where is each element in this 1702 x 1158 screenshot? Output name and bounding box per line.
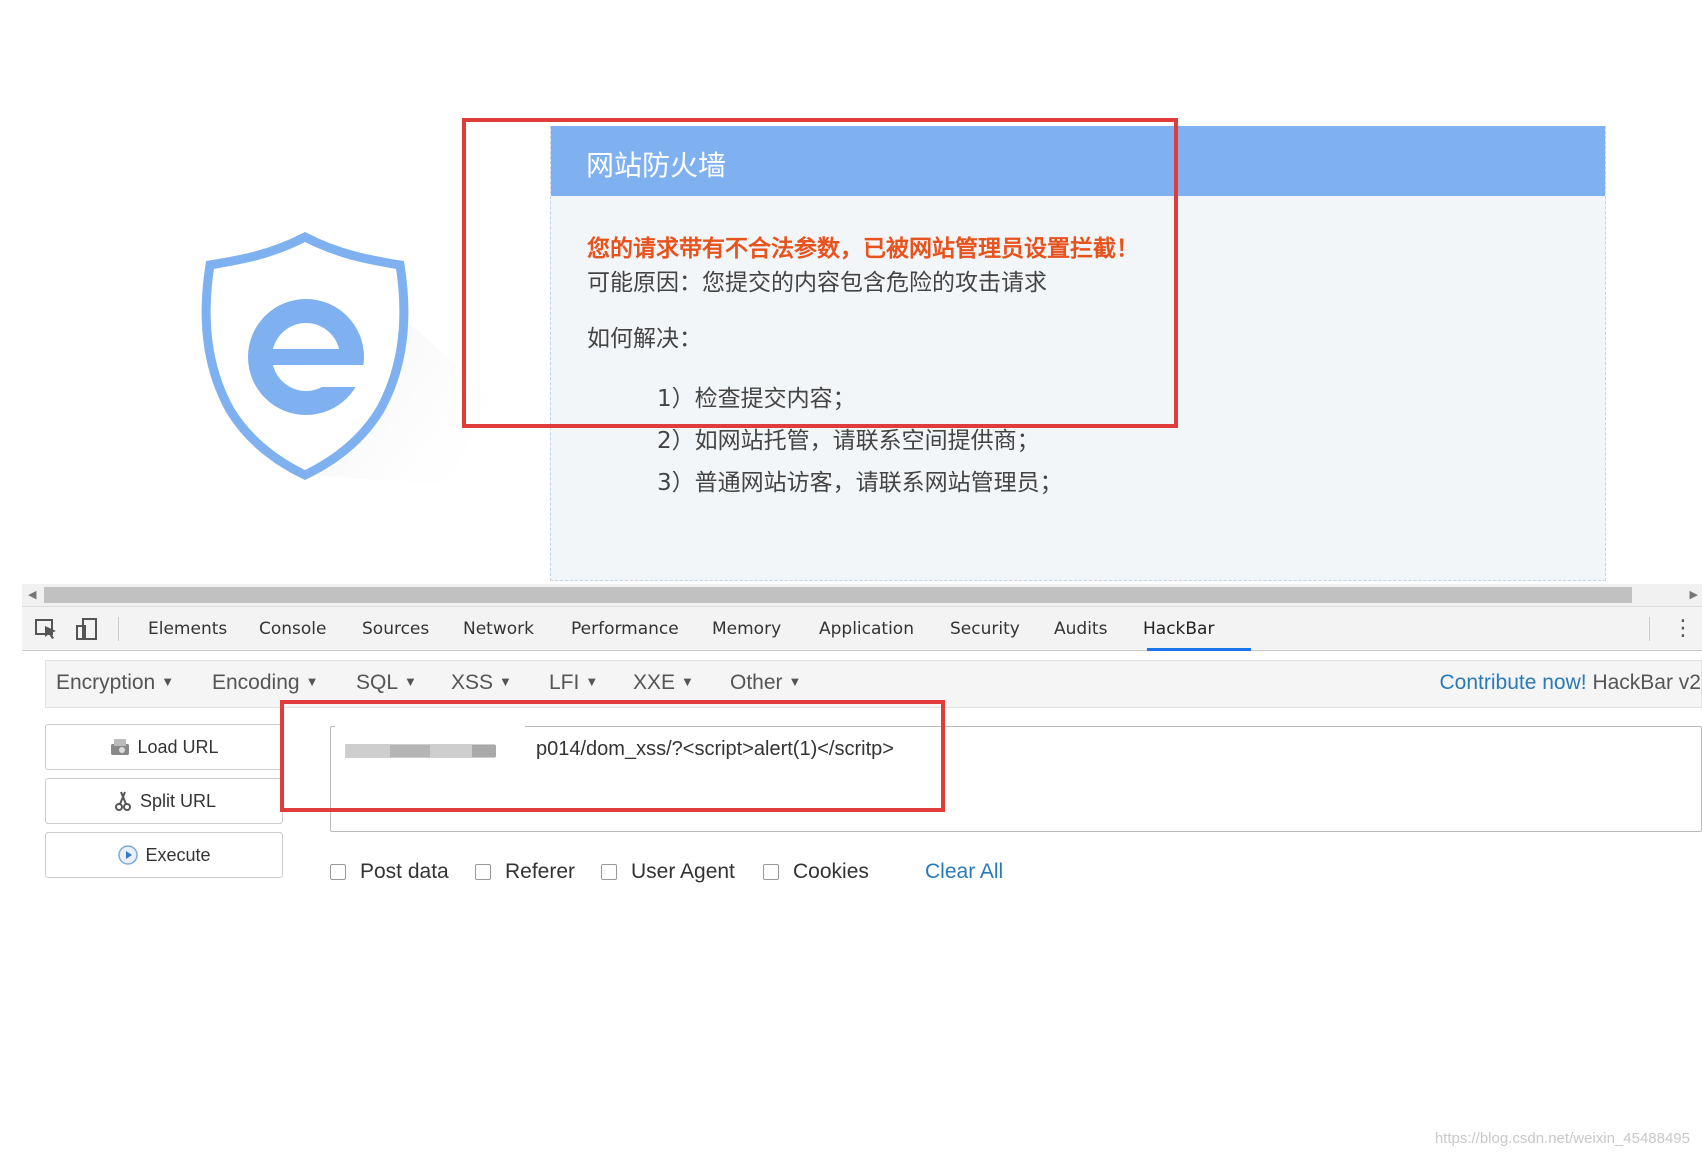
tab-application[interactable]: Application xyxy=(819,619,914,639)
menu-encryption[interactable]: Encryption ▼ xyxy=(56,671,174,695)
waf-step: 2）如网站托管，请联系空间提供商； xyxy=(657,428,1040,454)
caret-down-icon: ▼ xyxy=(161,674,175,689)
cookies-label: Cookies xyxy=(793,860,869,883)
execute-label: Execute xyxy=(145,844,211,865)
scrollbar-thumb[interactable] xyxy=(44,587,1632,603)
tab-network[interactable]: Network xyxy=(463,619,534,639)
toolbar-divider xyxy=(1649,617,1650,641)
url-input-value[interactable]: p014/dom_xss/?<script>alert(1)</scritp> xyxy=(536,738,894,761)
caret-down-icon: ▼ xyxy=(788,674,802,689)
tab-elements[interactable]: Elements xyxy=(148,619,227,639)
referer-label: Referer xyxy=(505,860,576,883)
referer-checkbox[interactable] xyxy=(475,864,491,880)
play-icon xyxy=(118,845,139,865)
contribute-section: Contribute now! HackBar v2 xyxy=(1440,671,1701,695)
tab-memory[interactable]: Memory xyxy=(712,619,781,639)
redacted-url-prefix xyxy=(335,718,525,728)
tab-security[interactable]: Security xyxy=(950,619,1020,639)
cookies-checkbox[interactable] xyxy=(763,864,779,880)
waf-warning-text: 您的请求带有不合法参数，已被网站管理员设置拦截！ xyxy=(587,236,1139,262)
inspect-element-icon[interactable] xyxy=(34,617,60,641)
menu-lfi[interactable]: LFI ▼ xyxy=(549,671,598,695)
post-data-checkbox[interactable] xyxy=(330,864,346,880)
waf-reason-text: 可能原因：您提交的内容包含危险的攻击请求 xyxy=(587,270,1047,296)
watermark: https://blog.csdn.net/weixin_45488495 xyxy=(1434,1130,1690,1147)
more-options-icon[interactable]: ⋮ xyxy=(1672,615,1694,641)
tab-hackbar[interactable]: HackBar xyxy=(1143,619,1214,639)
waf-how-heading: 如何解决： xyxy=(587,326,702,352)
tab-audits[interactable]: Audits xyxy=(1054,619,1107,639)
waf-block-panel: 网站防火墙 您的请求带有不合法参数，已被网站管理员设置拦截！ 可能原因：您提交的… xyxy=(550,126,1606,581)
scroll-right-arrow-icon[interactable]: ▶ xyxy=(1690,588,1698,601)
load-url-icon xyxy=(111,739,130,755)
redacted-url-prefix xyxy=(390,745,430,757)
hackbar-version: HackBar v2 xyxy=(1592,671,1701,694)
devtools-tab-bar: Elements Console Sources Network Perform… xyxy=(22,606,1702,651)
execute-button[interactable]: Execute xyxy=(45,832,283,878)
menu-encoding[interactable]: Encoding ▼ xyxy=(212,671,318,695)
caret-down-icon: ▼ xyxy=(305,674,319,689)
post-data-option[interactable]: Post data xyxy=(330,860,449,884)
clear-all-link[interactable]: Clear All xyxy=(925,860,1003,884)
horizontal-scrollbar[interactable]: ◀ ▶ xyxy=(22,584,1702,606)
tab-performance[interactable]: Performance xyxy=(571,619,679,639)
tab-console[interactable]: Console xyxy=(259,619,327,639)
redacted-url-prefix xyxy=(472,745,496,757)
caret-down-icon: ▼ xyxy=(585,674,599,689)
post-data-label: Post data xyxy=(360,860,449,883)
menu-other[interactable]: Other ▼ xyxy=(730,671,801,695)
hackbar-menu-bar: Encryption ▼ Encoding ▼ SQL ▼ XSS ▼ LFI ▼ XXE… xyxy=(45,660,1702,708)
caret-down-icon: ▼ xyxy=(499,674,512,689)
contribute-link[interactable]: Contribute now! xyxy=(1440,671,1587,694)
waf-step: 1）检查提交内容； xyxy=(657,386,856,412)
waf-shield-logo-icon xyxy=(201,231,490,485)
cookies-option[interactable]: Cookies xyxy=(763,860,869,884)
device-toolbar-icon[interactable] xyxy=(74,617,100,641)
load-url-button[interactable]: Load URL xyxy=(45,724,283,770)
user-agent-option[interactable]: User Agent xyxy=(601,860,735,884)
scroll-left-arrow-icon[interactable]: ◀ xyxy=(28,588,36,601)
menu-sql[interactable]: SQL ▼ xyxy=(356,671,417,695)
load-url-label: Load URL xyxy=(137,736,219,757)
user-agent-label: User Agent xyxy=(631,860,735,883)
menu-xxe[interactable]: XXE ▼ xyxy=(633,671,694,695)
waf-title: 网站防火墙 xyxy=(551,126,1605,196)
waf-step: 3）普通网站访客，请联系网站管理员； xyxy=(657,470,1063,496)
caret-down-icon: ▼ xyxy=(404,674,417,689)
split-url-label: Split URL xyxy=(139,790,217,811)
tab-sources[interactable]: Sources xyxy=(362,619,429,639)
toolbar-divider xyxy=(118,617,119,641)
caret-down-icon: ▼ xyxy=(681,674,694,689)
split-url-button[interactable]: Split URL xyxy=(45,778,283,824)
user-agent-checkbox[interactable] xyxy=(601,864,617,880)
scissors-icon xyxy=(114,791,131,811)
menu-xss[interactable]: XSS ▼ xyxy=(451,671,512,695)
active-tab-indicator xyxy=(1147,648,1251,651)
referer-option[interactable]: Referer xyxy=(475,860,575,884)
